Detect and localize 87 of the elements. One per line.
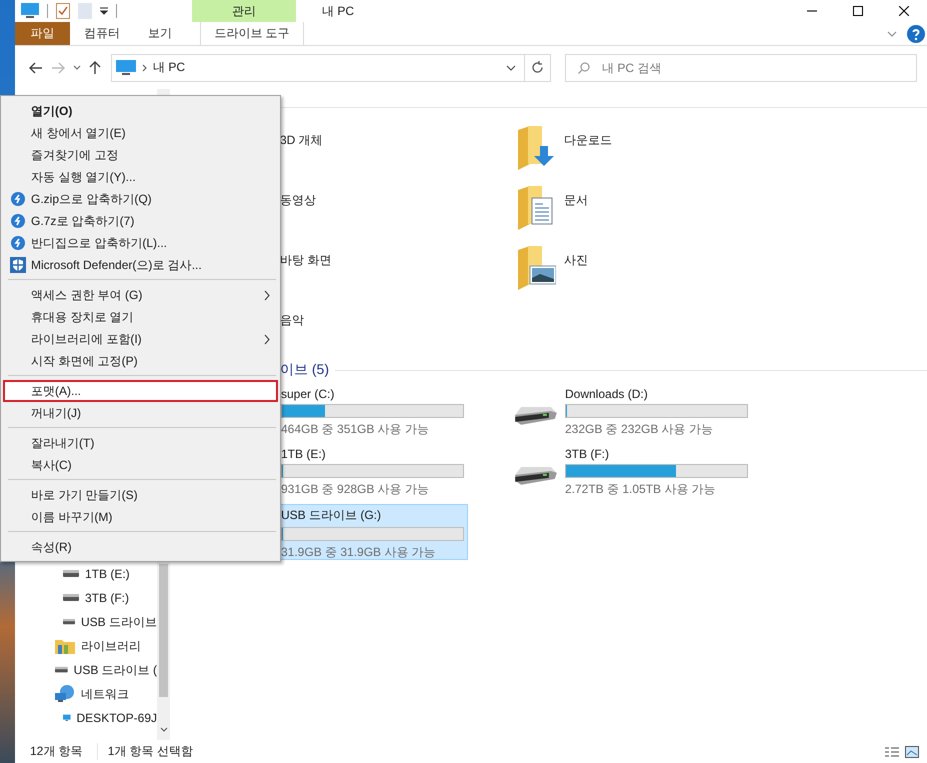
ribbon-tab[interactable]: 파일: [15, 22, 70, 45]
drive-name: 1TB (E:): [281, 447, 327, 461]
ribbon-tab[interactable]: 보기: [134, 22, 186, 45]
folder-name[interactable]: 바탕 화면: [280, 252, 332, 269]
chevron-right-icon: [142, 64, 147, 72]
nav-item[interactable]: 네트워크: [15, 682, 157, 706]
pictures-folder-icon: [516, 246, 556, 292]
back-arrow-icon: [29, 62, 43, 74]
menu-item[interactable]: 즐겨찾기에 고정: [3, 144, 278, 166]
ribbon-tab[interactable]: 드라이브 도구: [200, 22, 304, 45]
folder-name[interactable]: 3D 개체: [280, 132, 323, 149]
free-space-text: 2.72TB 중 1.05TB 사용 가능: [565, 481, 717, 498]
nav-item[interactable]: DESKTOP-69J: [15, 706, 157, 730]
scroll-down-icon[interactable]: [160, 727, 168, 732]
nav-item[interactable]: 3TB (F:): [15, 586, 157, 610]
shield-icon: [10, 257, 26, 273]
scrollbar-thumb[interactable]: [159, 564, 168, 697]
large-icons-view-icon[interactable]: [905, 746, 919, 758]
details-view-icon[interactable]: [885, 746, 899, 758]
menu-item[interactable]: 자동 실행 열기(Y)...: [3, 166, 278, 188]
customize-dropdown-icon[interactable]: [100, 7, 108, 15]
menu-item[interactable]: G.7z로 압축하기(7): [3, 210, 278, 232]
menu-item[interactable]: 휴대용 장치로 열기: [3, 306, 278, 328]
dropdown-icon[interactable]: [506, 64, 516, 70]
free-space-text: 232GB 중 232GB 사용 가능: [565, 421, 714, 438]
computer-icon: [116, 60, 136, 76]
drive-name: Downloads (D:): [565, 387, 649, 401]
folder-name[interactable]: 문서: [564, 192, 588, 209]
library-folder-icon: [55, 638, 75, 654]
item-count: 12개 항목: [30, 743, 98, 760]
drive-icon: [63, 594, 79, 602]
compress-icon: [11, 236, 25, 250]
drive-icon: [63, 618, 75, 626]
folder-name[interactable]: 사진: [564, 252, 588, 269]
selection-count: 1개 항목 선택함: [108, 743, 194, 760]
caret-icon: [73, 65, 81, 70]
expand-ribbon-icon[interactable]: [887, 30, 897, 36]
ribbon-tab[interactable]: 컴퓨터: [70, 22, 134, 45]
compress-icon: [11, 214, 25, 228]
breadcrumb[interactable]: 내 PC: [153, 59, 186, 76]
menu-item[interactable]: Microsoft Defender(으)로 검사...: [3, 254, 278, 276]
menu-item[interactable]: 라이브러리에 포함(I): [3, 328, 278, 350]
help-icon[interactable]: [907, 24, 925, 42]
folder-name[interactable]: 음악: [280, 312, 304, 329]
nav-item[interactable]: 라이브러리: [15, 634, 157, 658]
menu-item[interactable]: 새 창에서 열기(E): [3, 122, 278, 144]
drive-icon: [513, 405, 557, 425]
drive-name: USB 드라이브 (G:): [281, 507, 382, 524]
search-icon: [578, 62, 590, 74]
refresh-button[interactable]: [525, 54, 551, 82]
window-title: 내 PC: [322, 2, 354, 20]
drive-tile[interactable]: 3TB (F:) 2.72TB 중 1.05TB 사용 가능: [474, 444, 752, 500]
drive-name: 3TB (F:): [565, 447, 610, 461]
nav-item[interactable]: 1TB (E:): [15, 562, 157, 586]
maximize-icon: [853, 6, 863, 16]
menu-item[interactable]: G.zip으로 압축하기(Q): [3, 188, 278, 210]
forward-arrow-icon: [51, 62, 65, 74]
menu-item[interactable]: 열기(O): [3, 100, 278, 122]
download-folder-icon: [516, 126, 556, 172]
folder-name[interactable]: 동영상: [280, 192, 316, 209]
drive-icon: [513, 465, 557, 485]
refresh-icon: [531, 61, 544, 74]
drive-tile[interactable]: Downloads (D:) 232GB 중 232GB 사용 가능: [474, 384, 752, 440]
network-icon: [55, 685, 75, 703]
menu-item[interactable]: 포맷(A)...: [3, 380, 278, 402]
free-space-text: 464GB 중 351GB 사용 가능: [281, 421, 430, 438]
free-space-text: 31.9GB 중 31.9GB 사용 가능: [281, 544, 437, 561]
close-icon: [899, 6, 909, 16]
menu-item[interactable]: 시작 화면에 고정(P): [3, 350, 278, 372]
up-arrow-icon: [89, 60, 101, 74]
drive-name: super (C:): [281, 387, 336, 401]
menu-item[interactable]: 반디집으로 압축하기(L)...: [3, 232, 278, 254]
nav-item[interactable]: USB 드라이브: [15, 610, 157, 634]
search-field[interactable]: 내 PC 검색: [600, 60, 916, 76]
computer-icon[interactable]: [21, 3, 39, 19]
menu-item[interactable]: 액세스 권한 부여 (G): [3, 284, 278, 306]
search-box[interactable]: 내 PC 검색: [565, 54, 917, 82]
address-field[interactable]: 내 PC: [111, 54, 525, 82]
folder-name[interactable]: 다운로드: [564, 132, 612, 149]
nav-item[interactable]: USB 드라이브 (: [15, 658, 157, 682]
drive-icon: [63, 570, 79, 578]
drive-icon: [55, 666, 68, 674]
compress-icon: [11, 192, 25, 206]
free-space-text: 931GB 중 928GB 사용 가능: [281, 481, 430, 498]
properties-icon[interactable]: [56, 3, 70, 19]
section-header[interactable]: 이브 (5): [280, 361, 329, 379]
context-tab-group: 관리: [192, 0, 296, 22]
